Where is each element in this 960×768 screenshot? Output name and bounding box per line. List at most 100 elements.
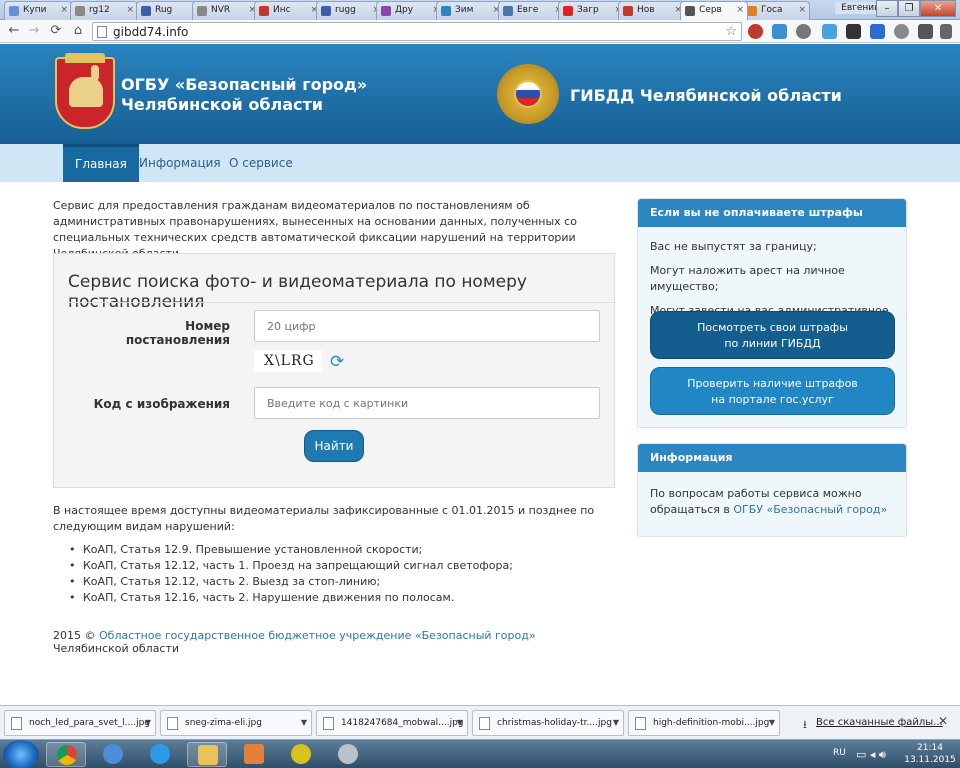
media-player-icon [244, 744, 264, 764]
notification-extension-icon[interactable] [846, 24, 861, 39]
close-icon[interactable]: × [736, 5, 744, 15]
menu-icon[interactable] [940, 24, 952, 39]
tab-favicon-icon [381, 6, 391, 16]
download-item[interactable]: christmas-holiday-tr....jpg ▼ [472, 710, 624, 736]
window-controls: – ❐ ✕ [876, 0, 956, 17]
chevron-down-icon[interactable]: ▼ [769, 711, 775, 735]
gibdd-title: ГИБДД Челябинской области [570, 86, 842, 105]
chelyabinsk-coat-of-arms-icon[interactable] [55, 53, 115, 129]
find-button[interactable]: Найти [304, 430, 364, 462]
home-icon[interactable]: ⌂ [70, 23, 86, 39]
opera-extension-icon[interactable] [748, 24, 763, 39]
browser-tab[interactable]: rugg× [316, 1, 384, 20]
tab-favicon-icon [685, 6, 695, 16]
org-title: ОГБУ «Безопасный город» Челябинской обла… [121, 75, 368, 114]
internet-explorer-icon [150, 744, 170, 764]
browser-tab[interactable]: Загр× [558, 1, 626, 20]
list-item: КоАП, Статья 12.12, часть 2. Выезд за ст… [69, 574, 609, 590]
close-icon[interactable]: × [60, 5, 68, 15]
tab-favicon-icon [197, 6, 207, 16]
violations-list: КоАП, Статья 12.9. Превышение установлен… [69, 542, 609, 606]
close-window-button[interactable]: ✕ [920, 0, 956, 17]
address-bar[interactable]: gibdd74.info ☆ [92, 22, 742, 41]
chevron-down-icon[interactable]: ▼ [613, 711, 619, 735]
resolution-number-input[interactable] [254, 310, 600, 342]
all-downloads-link[interactable]: Все скачанные файлы... [816, 717, 943, 728]
browser-tab[interactable]: Евге× [498, 1, 566, 20]
browser-toolbar: ← → ⟳ ⌂ gibdd74.info ☆ [0, 20, 960, 43]
fines-panel-title: Если вы не оплачиваете штрафы [638, 199, 906, 227]
chevron-down-icon[interactable]: ▼ [457, 711, 463, 735]
browser-tab[interactable]: rg12 × [70, 1, 138, 20]
fines-warning-2: Могут наложить арест на личное имущество… [650, 264, 845, 293]
taskbar-chromium[interactable] [93, 742, 133, 767]
browser-tab[interactable]: Зим × [436, 1, 504, 20]
taskbar-media[interactable] [234, 742, 274, 767]
close-icon[interactable]: × [798, 5, 806, 15]
app-icon [338, 744, 358, 764]
site-header: ОГБУ «Безопасный город» Челябинской обла… [0, 44, 960, 144]
chromium-icon [103, 744, 123, 764]
page-icon [97, 26, 107, 38]
taskbar-chrome[interactable] [46, 742, 86, 767]
browser-tab-active[interactable]: Серв × [680, 1, 748, 20]
footer: 2015 © Областное государственное бюджетн… [53, 629, 536, 655]
download-item[interactable]: 1418247684_mobwal....jpg ▼ [316, 710, 468, 736]
availability-text: В настоящее время доступны видеоматериал… [53, 504, 595, 533]
close-icon[interactable]: ✕ [938, 714, 948, 728]
check-fines-gosuslugi-button[interactable]: Проверить наличие штрафов на портале гос… [650, 367, 895, 415]
taskbar-app[interactable] [328, 742, 368, 767]
footer-org-link[interactable]: Областное государственное бюджетное учре… [99, 629, 536, 642]
tab-favicon-icon [441, 6, 451, 16]
browser-tab[interactable]: Дру× [376, 1, 444, 20]
tab-favicon-icon [623, 6, 633, 16]
clock[interactable]: 21:14 13.11.2015 [902, 742, 958, 766]
download-shelf: noch_led_para_svet_l....jpg ▼ sneg-zima-e… [0, 705, 960, 739]
tab-favicon-icon [563, 6, 573, 16]
folder-icon [198, 745, 218, 765]
browser-tab[interactable]: NVR × [192, 1, 260, 20]
fines-warning-1: Вас не выпустят за границу; [650, 240, 817, 253]
reload-icon[interactable]: ⟳ [48, 23, 64, 39]
taskbar-explorer[interactable] [187, 742, 227, 767]
cloud-extension-icon[interactable] [822, 24, 837, 39]
info-org-link[interactable]: ОГБУ «Безопасный город» [733, 503, 887, 516]
forward-arrow-icon[interactable]: → [26, 23, 42, 39]
refresh-captcha-icon[interactable]: ⟳ [330, 352, 344, 372]
chevron-down-icon[interactable]: ▼ [301, 711, 307, 735]
tab-favicon-icon [141, 6, 151, 16]
start-button[interactable] [3, 740, 39, 768]
extension-icon[interactable] [918, 24, 933, 39]
close-icon[interactable]: × [126, 5, 134, 15]
chevron-down-icon[interactable]: ▼ [145, 711, 151, 735]
main-nav: Главная Информация О сервисе [0, 144, 960, 182]
globe-extension-icon[interactable] [894, 24, 909, 39]
code-label: Код с изображения [93, 397, 230, 411]
taskbar-app[interactable] [281, 742, 321, 767]
info-panel-title: Информация [638, 444, 906, 472]
download-item[interactable]: high-definition-mobi....jpg ▼ [628, 710, 780, 736]
download-item[interactable]: noch_led_para_svet_l....jpg ▼ [4, 710, 156, 736]
browser-tab[interactable]: Нов × [618, 1, 686, 20]
captcha-code-input[interactable] [254, 387, 600, 419]
translate-extension-icon[interactable] [870, 24, 885, 39]
back-arrow-icon[interactable]: ← [6, 23, 22, 39]
browser-tab[interactable]: Госа × [742, 1, 810, 20]
taskbar-ie[interactable] [140, 742, 180, 767]
minimize-button[interactable]: – [876, 0, 898, 17]
browser-tab-strip: Купи× rg12× Rug× NVR× Инс× rugg× Дру× Зи… [0, 0, 960, 20]
browser-tab[interactable]: Инс × [254, 1, 322, 20]
view-fines-gibdd-button[interactable]: Посмотреть свои штрафы по линии ГИБДД [650, 311, 895, 359]
tab-favicon-icon [259, 6, 269, 16]
home-extension-icon[interactable] [772, 24, 787, 39]
restore-button[interactable]: ❐ [898, 0, 920, 17]
tab-favicon-icon [75, 6, 85, 16]
browser-tab[interactable]: Купи × [4, 1, 72, 20]
nav-item-about[interactable]: О сервисе [217, 144, 305, 182]
language-indicator[interactable]: RU [833, 748, 846, 758]
tray-icons[interactable]: ▭ ◂ 🔊︎ [856, 748, 886, 762]
download-item[interactable]: sneg-zima-eli.jpg ▼ [160, 710, 312, 736]
info-text: По вопросам работы сервиса можно [650, 487, 862, 500]
bookmark-star-icon[interactable]: ☆ [725, 24, 737, 39]
settings-extension-icon[interactable] [796, 24, 811, 39]
